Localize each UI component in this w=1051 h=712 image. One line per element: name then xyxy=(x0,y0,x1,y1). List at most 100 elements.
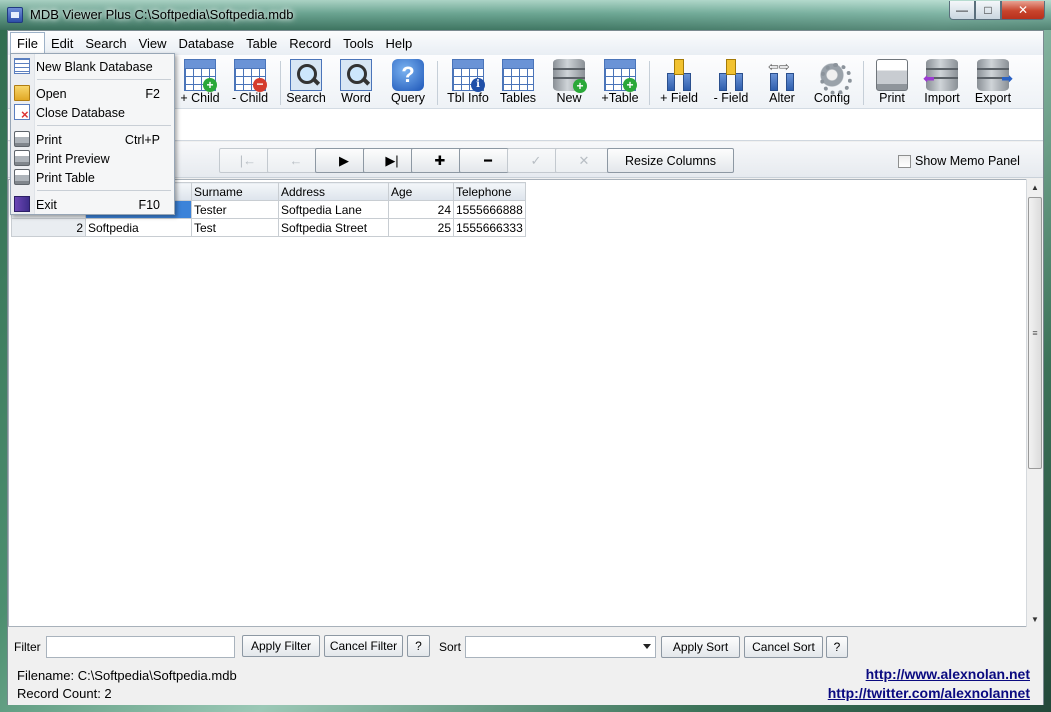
menu-database[interactable]: Database xyxy=(173,33,241,54)
minimize-button[interactable]: — xyxy=(949,1,975,20)
menu-separator xyxy=(37,190,171,191)
close-button[interactable]: ✕ xyxy=(1001,1,1045,20)
sort-help-button[interactable]: ? xyxy=(826,636,848,658)
column-header-age[interactable]: Age xyxy=(388,182,454,201)
tbl-info-button[interactable]: i Tbl Info xyxy=(442,57,494,107)
cell-surname[interactable]: Tester xyxy=(191,200,279,219)
filter-input[interactable] xyxy=(46,636,235,658)
checkbox-box[interactable] xyxy=(898,154,911,168)
cell-name[interactable]: Softpedia xyxy=(85,218,192,237)
toolbar-separator xyxy=(863,61,864,105)
query-button[interactable]: ? Query xyxy=(382,57,434,107)
menu-help[interactable]: Help xyxy=(380,33,419,54)
menu-open[interactable]: Open F2 xyxy=(11,84,174,103)
remove-child-label: - Child xyxy=(231,91,269,105)
menu-exit[interactable]: Exit F10 xyxy=(11,195,174,214)
tables-icon xyxy=(502,59,534,91)
cancel-filter-button[interactable]: Cancel Filter xyxy=(324,635,403,657)
show-memo-panel-checkbox[interactable]: Show Memo Panel xyxy=(898,154,1020,168)
alter-button[interactable]: ⇦⇨ Alter xyxy=(756,57,808,107)
table-row[interactable]: 2 Softpedia Test Softpedia Street 25 155… xyxy=(11,218,526,237)
column-header-address[interactable]: Address xyxy=(278,182,389,201)
title-bar[interactable]: MDB Viewer Plus C:\Softpedia\Softpedia.m… xyxy=(0,0,1051,30)
cell-address[interactable]: Softpedia Lane xyxy=(278,200,389,219)
column-header-telephone[interactable]: Telephone xyxy=(453,182,526,201)
search-icon xyxy=(290,59,322,91)
config-button[interactable]: Config xyxy=(806,57,858,107)
word-search-button[interactable]: Word xyxy=(330,57,382,107)
menu-item-label: Exit xyxy=(36,197,57,212)
new-button[interactable]: + New xyxy=(543,57,595,107)
search-label: Search xyxy=(286,91,326,105)
menu-item-label: Print Preview xyxy=(36,151,110,166)
menu-tools[interactable]: Tools xyxy=(337,33,379,54)
cell-telephone[interactable]: 1555666888 xyxy=(453,200,526,219)
scroll-down-icon[interactable]: ▼ xyxy=(1027,611,1043,627)
resize-columns-button[interactable]: Resize Columns xyxy=(607,148,734,173)
add-table-button[interactable]: + +Table xyxy=(594,57,646,107)
filter-help-button[interactable]: ? xyxy=(407,635,430,657)
maximize-button[interactable]: □ xyxy=(975,1,1001,20)
menu-item-label: Print Table xyxy=(36,170,95,185)
column-header-surname[interactable]: Surname xyxy=(191,182,279,201)
add-field-button[interactable]: + Field xyxy=(653,57,705,107)
cell-age[interactable]: 25 xyxy=(388,218,454,237)
toolbar-separator xyxy=(649,61,650,105)
menu-record[interactable]: Record xyxy=(283,33,337,54)
data-grid[interactable]: Surname Address Age Telephone 1 Tester S… xyxy=(8,179,1028,627)
filter-label: Filter xyxy=(14,640,41,654)
menu-search[interactable]: Search xyxy=(79,33,132,54)
exit-icon xyxy=(14,196,30,212)
toolbar-separator xyxy=(437,61,438,105)
cell-age[interactable]: 24 xyxy=(388,200,454,219)
menu-item-label: New Blank Database xyxy=(36,59,153,74)
twitter-link[interactable]: http://twitter.com/alexnolannet xyxy=(828,685,1030,701)
menu-new-blank-database[interactable]: New Blank Database xyxy=(11,57,174,76)
search-button[interactable]: Search xyxy=(280,57,332,107)
cell-telephone[interactable]: 1555666333 xyxy=(453,218,526,237)
add-child-button[interactable]: + + Child xyxy=(174,57,226,107)
cell-id[interactable]: 2 xyxy=(11,218,86,237)
remove-child-button[interactable]: − - Child xyxy=(224,57,276,107)
window-title: MDB Viewer Plus C:\Softpedia\Softpedia.m… xyxy=(30,7,294,22)
print-label: Print xyxy=(879,91,905,105)
remove-field-button[interactable]: - Field xyxy=(705,57,757,107)
menu-close-database[interactable]: Close Database xyxy=(11,103,174,122)
app-icon[interactable] xyxy=(7,7,23,23)
menu-item-label: Open xyxy=(36,86,67,101)
printer-icon xyxy=(876,59,908,91)
chevron-down-icon[interactable] xyxy=(643,644,651,649)
print-button[interactable]: Print xyxy=(866,57,918,107)
sort-select[interactable] xyxy=(465,636,656,658)
table-info-icon: i xyxy=(452,59,485,92)
record-count-status: Record Count: 2 xyxy=(17,686,112,701)
menu-view[interactable]: View xyxy=(133,33,173,54)
export-button[interactable]: ➡ Export xyxy=(967,57,1019,107)
import-button[interactable]: ⬅ Import xyxy=(916,57,968,107)
tables-button[interactable]: Tables xyxy=(492,57,544,107)
menu-separator xyxy=(37,79,171,80)
export-label: Export xyxy=(974,91,1012,105)
cancel-sort-button[interactable]: Cancel Sort xyxy=(744,636,823,658)
cell-address[interactable]: Softpedia Street xyxy=(278,218,389,237)
menu-print[interactable]: Print Ctrl+P xyxy=(11,130,174,149)
export-icon: ➡ xyxy=(977,59,1013,91)
new-database-icon: + xyxy=(553,59,587,93)
website-link[interactable]: http://www.alexnolan.net xyxy=(866,666,1030,682)
apply-sort-button[interactable]: Apply Sort xyxy=(661,636,740,658)
caption-buttons: — □ ✕ xyxy=(949,1,1045,21)
scroll-thumb[interactable]: ≡ xyxy=(1028,197,1042,469)
menu-print-preview[interactable]: Print Preview xyxy=(11,149,174,168)
status-bar: Filename: C:\Softpedia\Softpedia.mdb Rec… xyxy=(8,663,1043,705)
menu-edit[interactable]: Edit xyxy=(45,33,79,54)
scroll-up-icon[interactable]: ▲ xyxy=(1027,179,1043,195)
vertical-scrollbar[interactable]: ▲ ≡ ▼ xyxy=(1026,179,1043,627)
cancel-edit-button[interactable]: ✕ xyxy=(555,148,613,173)
menu-print-table[interactable]: Print Table xyxy=(11,168,174,187)
file-menu-dropdown: New Blank Database Open F2 Close Databas… xyxy=(10,53,175,215)
apply-filter-button[interactable]: Apply Filter xyxy=(242,635,320,657)
cell-surname[interactable]: Test xyxy=(191,218,279,237)
menu-file[interactable]: File xyxy=(10,32,45,54)
menu-table[interactable]: Table xyxy=(240,33,283,54)
add-table-icon: + xyxy=(604,59,637,92)
